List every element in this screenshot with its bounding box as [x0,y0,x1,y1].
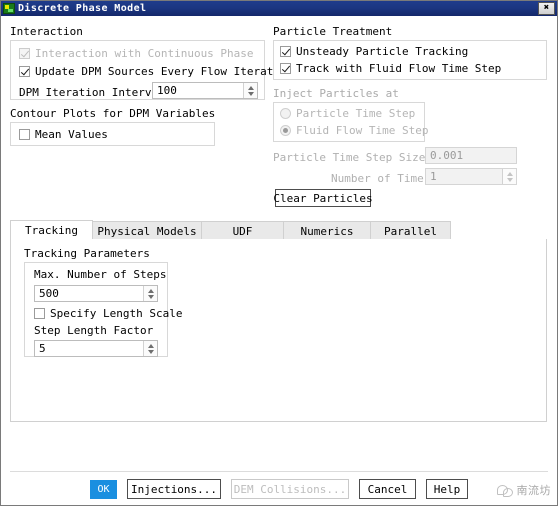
dialog-body: Interaction Interaction with Continuous … [1,16,557,505]
window-title: Discrete Phase Model [18,3,147,14]
checkbox-box [19,66,30,77]
ok-button[interactable]: OK [90,479,117,499]
interaction-panel: Interaction with Continuous Phase Update… [10,40,293,100]
checkbox-unsteady-particle-tracking[interactable]: Unsteady Particle Tracking [280,45,468,58]
tab-panel-tracking: Tracking Parameters Max. Number of Steps… [10,239,547,422]
inject-particles-group-title: Inject Particles at [273,87,399,100]
max-number-of-steps-input[interactable]: 500 [34,285,158,302]
title-bar: Discrete Phase Model [1,1,557,16]
checkbox-box [280,46,291,57]
step-length-factor-value: 5 [39,342,46,355]
particle-treatment-group-title: Particle Treatment [273,25,393,38]
dem-collisions-button: DEM Collisions... [231,479,349,499]
max-number-of-steps-label: Max. Number of Steps [34,268,167,281]
radio-particle-time-step[interactable]: Particle Time Step [280,107,415,120]
checkbox-specify-length-scale[interactable]: Specify Length Scale [34,307,182,320]
checkbox-label: Specify Length Scale [50,307,183,320]
cancel-button[interactable]: Cancel [359,479,416,499]
step-length-factor-input[interactable]: 5 [34,340,158,357]
checkbox-label: Interaction with Continuous Phase [35,47,254,60]
discrete-phase-model-dialog: Discrete Phase Model ✖ Interaction Inter… [0,0,558,506]
checkbox-label: Track with Fluid Flow Time Step [296,62,502,75]
tracking-parameters-group-title: Tracking Parameters [24,247,150,260]
number-of-time-steps-stepper[interactable] [502,169,516,184]
wechat-icon [496,483,513,497]
stepper-up-icon[interactable] [147,343,154,348]
inject-particles-panel: Particle Time Step Fluid Flow Time Step [273,102,428,142]
stepper-up-icon[interactable] [247,85,254,90]
checkbox-track-with-fluid-flow-time-step[interactable]: Track with Fluid Flow Time Step [280,62,501,75]
watermark: 南流坊 [496,482,552,498]
close-icon[interactable]: ✖ [538,2,555,15]
contour-plots-group-title: Contour Plots for DPM Variables [10,107,216,120]
stepper-down-icon[interactable] [506,177,513,182]
tab-tracking[interactable]: Tracking [10,220,93,240]
particle-time-step-size-input[interactable]: 0.001 [425,147,517,164]
app-icon [3,3,15,14]
stepper-down-icon[interactable] [247,91,254,96]
step-length-factor-label: Step Length Factor [34,324,154,337]
particle-time-step-size-value: 0.001 [430,149,464,162]
tracking-parameters-panel: Max. Number of Steps 500 Specify Length … [24,262,182,357]
stepper-down-icon[interactable] [147,349,154,354]
max-number-of-steps-stepper[interactable] [143,286,157,301]
number-of-time-steps-input[interactable]: 1 [425,168,517,185]
stepper-up-icon[interactable] [147,288,154,293]
footer-divider [10,471,548,472]
step-length-factor-stepper[interactable] [143,341,157,356]
interaction-group-title: Interaction [10,25,83,38]
tab-numerics[interactable]: Numerics [283,221,371,240]
checkbox-mean-values[interactable]: Mean Values [19,128,108,141]
radio-label: Particle Time Step [296,107,416,120]
tab-parallel[interactable]: Parallel [370,221,451,240]
injections-button[interactable]: Injections... [127,479,221,499]
dpm-iteration-interval-label: DPM Iteration Interval [19,86,165,99]
radio-dot [280,108,291,119]
contour-plots-panel: Mean Values [10,122,215,146]
max-number-of-steps-value: 500 [39,287,59,300]
dpm-iteration-interval-stepper[interactable] [243,83,257,98]
tab-bar: Tracking Physical Models UDF Numerics Pa… [10,220,547,240]
checkbox-label: Mean Values [35,128,108,141]
tab-physical-models[interactable]: Physical Models [92,221,202,240]
radio-label: Fluid Flow Time Step [296,124,429,137]
dpm-iteration-interval-input[interactable]: 100 [152,82,258,99]
particle-treatment-panel: Unsteady Particle Tracking Track with Fl… [273,40,547,80]
checkbox-box [19,129,30,140]
radio-dot [280,125,291,136]
stepper-down-icon[interactable] [147,294,154,299]
radio-fluid-flow-time-step[interactable]: Fluid Flow Time Step [280,124,428,137]
checkbox-update-dpm-sources-every-flow-iteration[interactable]: Update DPM Sources Every Flow Iteration [19,65,293,78]
checkbox-label: Unsteady Particle Tracking [296,45,469,58]
tab-udf[interactable]: UDF [201,221,284,240]
dpm-iteration-interval-value: 100 [157,84,177,97]
checkbox-interaction-with-continuous-phase[interactable]: Interaction with Continuous Phase [19,47,254,60]
checkbox-box [19,48,30,59]
checkbox-box [280,63,291,74]
checkbox-label: Update DPM Sources Every Flow Iteration [35,65,294,78]
clear-particles-button[interactable]: Clear Particles [273,189,373,207]
footer-button-bar: OK Injections... DEM Collisions... Cance… [1,474,557,504]
stepper-up-icon[interactable] [506,171,513,176]
watermark-text: 南流坊 [516,484,551,497]
number-of-time-steps-value: 1 [430,170,437,183]
help-button[interactable]: Help [426,479,468,499]
checkbox-box [34,308,45,319]
